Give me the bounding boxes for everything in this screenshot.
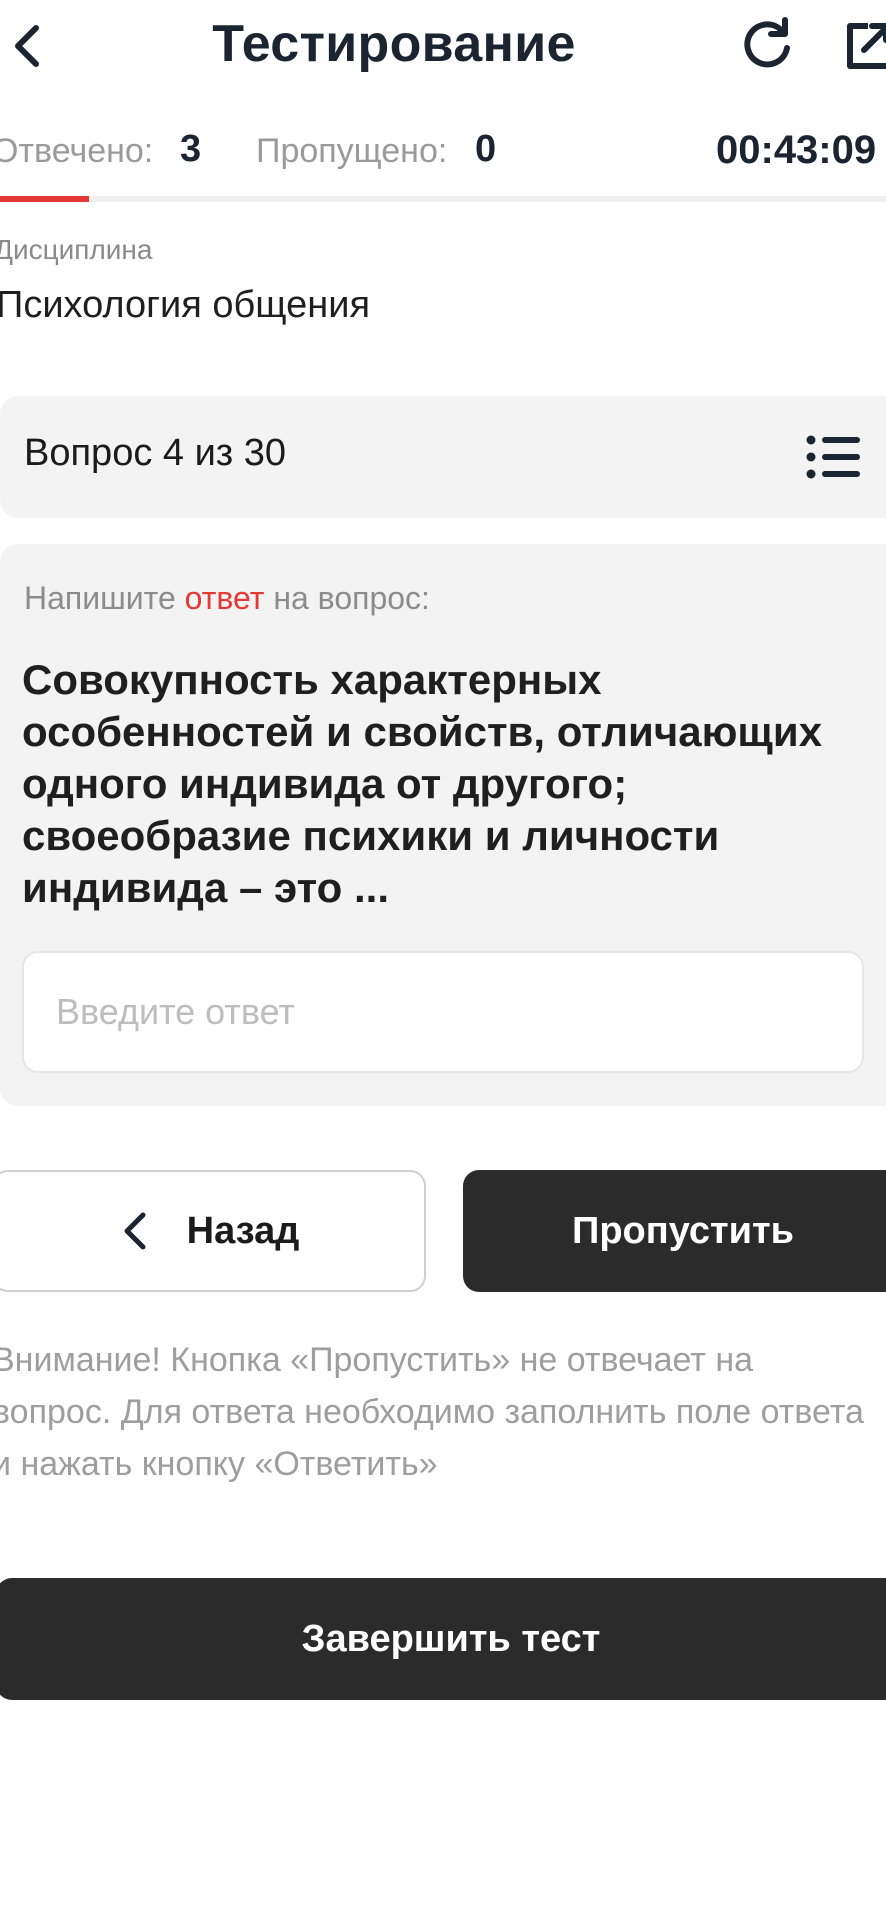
skipped-count: 0: [475, 128, 497, 170]
chevron-left-icon: [124, 1212, 146, 1250]
question-instruction: Напишите ответ на вопрос:: [24, 580, 430, 617]
skipped-label: Пропущено:: [256, 132, 448, 170]
discipline-name: Психология общения: [0, 284, 371, 326]
test-screen: Тестирование Отвечено: 3 Пропущено: 0 00…: [0, 0, 886, 1920]
discipline-label: Дисциплина: [0, 234, 153, 265]
timer: 00:43:09: [716, 128, 877, 172]
skip-button-label: Пропустить: [572, 1209, 794, 1252]
question-text: Совокупность характерных особенностей и …: [22, 656, 823, 911]
list-icon[interactable]: [806, 434, 862, 480]
back-button-label: Назад: [186, 1209, 300, 1252]
answer-field-wrapper: [22, 951, 864, 1073]
progress-fill: [0, 196, 89, 202]
answered-count: 3: [180, 128, 202, 170]
share-icon[interactable]: [842, 14, 886, 74]
back-button[interactable]: Назад: [0, 1170, 426, 1292]
instruction-text-before: Напишите: [24, 580, 176, 616]
answered-label: Отвечено:: [0, 132, 154, 170]
instruction-text-after: на вопрос:: [273, 580, 430, 616]
answer-input[interactable]: [24, 953, 862, 1071]
skip-button[interactable]: Пропустить: [463, 1170, 886, 1292]
refresh-icon[interactable]: [737, 14, 797, 74]
finish-test-label: Завершить тест: [301, 1617, 601, 1660]
page-title: Тестирование: [212, 15, 576, 73]
progress-bar: [0, 196, 886, 202]
finish-test-button[interactable]: Завершить тест: [0, 1578, 886, 1700]
skip-warning: Внимание! Кнопка «Пропустить» не отвечае…: [0, 1341, 864, 1483]
question-counter: Вопрос 4 из 30: [24, 432, 287, 474]
question-header: Вопрос 4 из 30: [0, 396, 886, 518]
question-card: Напишите ответ на вопрос: Совокупность х…: [0, 544, 886, 1106]
instruction-highlight: ответ: [184, 580, 265, 616]
